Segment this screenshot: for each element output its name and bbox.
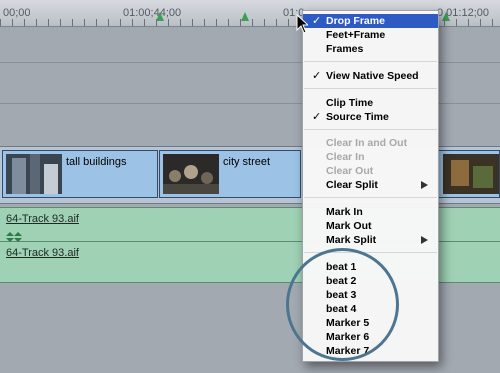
link-icon — [6, 232, 22, 242]
menu-item-mark-out[interactable]: Mark Out — [303, 219, 438, 233]
menu-item-label: Feet+Frame — [326, 29, 386, 41]
menu-item-label: Source Time — [326, 111, 389, 123]
menu-item-clip-time[interactable]: Clip Time — [303, 96, 438, 110]
menu-item-label: Mark In — [326, 206, 363, 218]
ruler-timecode: 01:00;44;00 — [123, 7, 182, 19]
clip-thumbnail — [443, 154, 499, 194]
menu-item-mark-split[interactable]: Mark Split — [303, 233, 438, 247]
check-icon: ✓ — [312, 15, 322, 27]
menu-item-label: Clear Split — [326, 179, 378, 191]
marker-icon[interactable] — [442, 12, 450, 21]
submenu-arrow-icon — [421, 236, 428, 244]
marker-icon[interactable] — [241, 12, 249, 21]
menu-item-clear-in: Clear In — [303, 150, 438, 164]
menu-item-label: Drop Frame — [326, 15, 385, 27]
menu-separator — [304, 88, 437, 89]
menu-item-view-native-speed[interactable]: ✓ View Native Speed — [303, 69, 438, 83]
audio-clip-name: 64-Track 93.aif — [6, 247, 79, 259]
marker-icon[interactable] — [156, 12, 164, 21]
video-clip[interactable]: city street — [159, 150, 301, 198]
check-icon: ✓ — [312, 111, 322, 123]
menu-item-label: Clear Out — [326, 165, 374, 177]
clip-name: city street — [223, 156, 271, 168]
menu-item-clear-out: Clear Out — [303, 164, 438, 178]
menu-item-label: Mark Split — [326, 234, 377, 246]
video-clip[interactable] — [437, 150, 500, 198]
highlight-circle — [286, 248, 399, 361]
ruler-timecode: 00;00 — [3, 7, 31, 19]
video-clip[interactable]: tall buildings — [2, 150, 158, 198]
menu-item-label: Clear In — [326, 151, 365, 163]
menu-item-label: Clip Time — [326, 97, 374, 109]
menu-item-label: Mark Out — [326, 220, 372, 232]
clip-name: tall buildings — [66, 156, 127, 168]
audio-clip-name: 64-Track 93.aif — [6, 213, 79, 225]
menu-item-feet-frame[interactable]: Feet+Frame — [303, 28, 438, 42]
menu-item-label: View Native Speed — [326, 70, 419, 82]
check-icon: ✓ — [312, 70, 322, 82]
menu-separator — [304, 129, 437, 130]
menu-item-mark-in[interactable]: Mark In — [303, 205, 438, 219]
menu-item-label: Frames — [326, 43, 364, 55]
menu-item-label: Clear In and Out — [326, 137, 408, 149]
menu-item-source-time[interactable]: ✓ Source Time — [303, 110, 438, 124]
menu-item-clear-in-and-out: Clear In and Out — [303, 136, 438, 150]
menu-separator — [304, 61, 437, 62]
submenu-arrow-icon — [421, 181, 428, 189]
clip-thumbnail — [6, 154, 62, 194]
menu-item-drop-frame[interactable]: ✓ Drop Frame — [303, 14, 438, 28]
clip-thumbnail — [163, 154, 219, 194]
menu-item-clear-split[interactable]: Clear Split — [303, 178, 438, 192]
mouse-pointer-icon — [296, 14, 308, 34]
menu-separator — [304, 197, 437, 198]
menu-item-frames[interactable]: Frames — [303, 42, 438, 56]
